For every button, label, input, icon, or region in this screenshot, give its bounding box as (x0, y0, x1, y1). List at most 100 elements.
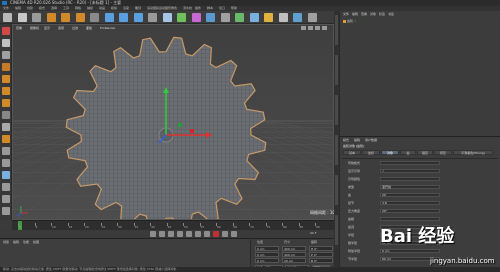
render-icon[interactable] (177, 13, 186, 22)
select-icon[interactable] (32, 13, 41, 22)
xpresso-icon[interactable] (2, 207, 10, 215)
viewport-menu-0[interactable]: 查看 (16, 25, 22, 31)
property-field[interactable]: 20 (380, 193, 440, 197)
cube-icon[interactable] (206, 13, 215, 22)
go-start-icon[interactable] (150, 231, 156, 237)
auto-key-icon[interactable] (222, 231, 228, 237)
texture-mode-icon[interactable] (2, 51, 10, 59)
objects-tab[interactable] (335, 15, 338, 45)
make-editable-icon[interactable] (2, 27, 10, 35)
uv-icon[interactable] (2, 195, 10, 203)
rotate-view-icon[interactable] (315, 26, 320, 30)
array-icon[interactable] (249, 13, 259, 22)
property-field[interactable] (380, 177, 440, 181)
property-field[interactable]: 20° (380, 209, 440, 213)
rotate-icon[interactable] (75, 13, 85, 22)
coord-pos-y[interactable]: 0 cm (255, 252, 279, 257)
viewport-menu-6[interactable]: ProRender (100, 25, 115, 31)
play-icon[interactable] (177, 231, 183, 237)
object-menu-0[interactable]: 文件 (343, 11, 349, 17)
attributes-tab[interactable] (335, 175, 338, 205)
axis-plane-handle[interactable] (190, 129, 194, 133)
prev-frame-icon[interactable] (168, 231, 174, 237)
attribute-menu-1[interactable]: 编辑 (354, 137, 360, 143)
points-mode-icon[interactable] (2, 75, 10, 83)
tab-2[interactable]: 对象 (381, 150, 399, 155)
zoom-view-icon[interactable] (308, 26, 313, 30)
material-menu-3[interactable]: 纹理 (33, 239, 39, 245)
coord-pos-x[interactable]: 0 cm (255, 246, 279, 251)
material-menu-1[interactable]: 编辑 (13, 239, 19, 245)
object-menu-5[interactable]: 书签 (388, 11, 394, 17)
model-mode-icon[interactable] (2, 39, 10, 47)
keyframe-icon[interactable] (231, 231, 237, 237)
light-icon[interactable] (307, 13, 317, 22)
object-menu-4[interactable]: 标签 (379, 11, 385, 17)
axis-plane-handle-green[interactable] (178, 123, 182, 127)
coord-size-z[interactable]: 20 cm (282, 258, 306, 263)
object-menu-1[interactable]: 编辑 (352, 11, 358, 17)
material-menu-0[interactable]: 创建 (3, 239, 9, 245)
polygons-mode-icon[interactable] (2, 99, 10, 107)
record-icon[interactable] (213, 231, 219, 237)
property-field[interactable]: ✓ (380, 169, 440, 173)
tab-1[interactable]: 坐标 (362, 150, 380, 155)
scale-icon[interactable] (61, 13, 70, 22)
object-menu-3[interactable]: 对象 (370, 11, 376, 17)
planar-icon[interactable] (2, 171, 10, 179)
z-axis-icon[interactable] (133, 13, 143, 22)
tab-5[interactable]: 挤压 (434, 150, 452, 155)
takes-tab[interactable] (335, 55, 338, 85)
x-axis-icon[interactable] (104, 13, 114, 22)
pen-icon[interactable] (220, 13, 230, 22)
redo-icon[interactable] (17, 13, 27, 22)
edges-mode-icon[interactable] (2, 87, 10, 95)
axis-mode-icon[interactable] (2, 111, 10, 119)
property-field[interactable]: 渐开线 (380, 185, 440, 189)
workplane-lock-icon[interactable] (2, 147, 10, 155)
maximize-view-icon[interactable] (322, 26, 327, 30)
coord-rot-z[interactable]: B 0° (309, 258, 333, 263)
content-browser-tab[interactable] (335, 95, 338, 125)
coord-rot-y[interactable]: P 0° (309, 252, 333, 257)
sculpt-icon[interactable] (2, 183, 10, 191)
viewport-menu-5[interactable]: 面板 (86, 25, 92, 31)
tab-4[interactable]: 锁定 (417, 150, 433, 155)
material-menu-2[interactable]: 功能 (23, 239, 29, 245)
layers-tab[interactable] (335, 215, 338, 245)
camera-icon[interactable] (293, 13, 302, 22)
object-menu-2[interactable]: 查看 (361, 11, 367, 17)
go-end-icon[interactable] (204, 231, 210, 237)
property-field[interactable] (380, 161, 440, 165)
next-key-icon[interactable] (195, 231, 201, 237)
timeline[interactable]: 0 5 10 15 20 25 30 35 40 45 50 55 60 65 70 75 80 85 90 (12, 220, 334, 230)
tab-0[interactable]: 基本 (343, 150, 361, 155)
tab-3[interactable]: 齿 (400, 150, 416, 155)
recent-icon[interactable] (90, 13, 99, 22)
render-settings-icon[interactable] (191, 13, 201, 22)
structure-tab[interactable] (335, 135, 338, 165)
property-field[interactable]: 3.8 (380, 201, 440, 205)
object-row[interactable]: 齿轮 ✓ (343, 19, 356, 23)
coord-system-icon[interactable] (148, 13, 157, 22)
soft-selection-icon[interactable] (2, 123, 10, 131)
viewport-menu-2[interactable]: 显示 (44, 25, 50, 31)
coord-size-y[interactable]: 400 cm (282, 252, 306, 257)
visibility-check-icon[interactable]: ✓ (353, 19, 357, 23)
next-frame-icon[interactable] (186, 231, 192, 237)
scene-icon[interactable] (278, 13, 288, 22)
perspective-viewport[interactable] (12, 24, 334, 220)
viewport-menu-4[interactable]: 过滤 (72, 25, 78, 31)
coord-pos-z[interactable]: 0 cm (255, 258, 279, 263)
attribute-menu-2[interactable]: 用户数据 (365, 137, 377, 143)
render-view-icon[interactable] (162, 13, 172, 22)
snap-icon[interactable] (2, 135, 10, 143)
deformer-icon[interactable] (264, 13, 273, 22)
viewport-menu-1[interactable]: 摄像机 (30, 25, 39, 31)
y-axis-icon[interactable] (119, 13, 128, 22)
subdivision-icon[interactable] (235, 13, 244, 22)
prev-key-icon[interactable] (159, 231, 165, 237)
move-view-icon[interactable] (301, 26, 306, 30)
locked-workplane-icon[interactable] (2, 159, 10, 167)
coord-rot-x[interactable]: H 0° (309, 246, 333, 251)
